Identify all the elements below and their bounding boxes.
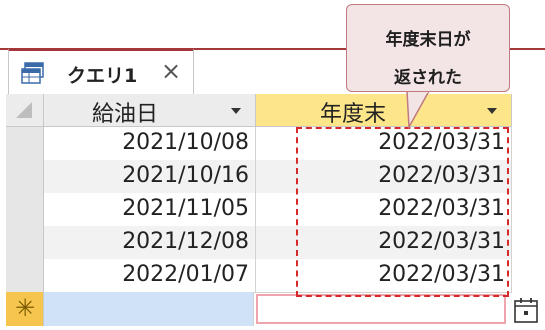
callout-line1: 年度末日が [385, 30, 471, 50]
calendar-icon[interactable] [513, 296, 539, 324]
table-cell-kyuyubi[interactable]: 2021/10/08 [44, 127, 256, 161]
result-highlight-box [296, 127, 509, 297]
new-record-cell-kyuyubi[interactable] [44, 292, 254, 326]
new-record-icon: ✳ [15, 294, 36, 322]
table-cell-kyuyubi[interactable]: 2021/12/08 [44, 226, 256, 260]
callout-pointer [406, 91, 430, 130]
row-selector[interactable] [6, 193, 44, 227]
column-header-label: 給油日 [92, 102, 159, 127]
table-cell-kyuyubi[interactable]: 2022/01/07 [44, 259, 256, 293]
column-header-label: 年度末 [320, 102, 387, 127]
select-all-button[interactable] [6, 94, 44, 127]
callout-line2: 返された [394, 68, 462, 88]
tab-label: クエリ1 [67, 65, 138, 87]
query-icon [21, 62, 44, 84]
column-header-kyuyubi[interactable]: 給油日 [44, 94, 256, 127]
new-record-selector[interactable]: ✳ [6, 292, 44, 326]
chevron-down-icon[interactable] [231, 108, 241, 114]
column-header-nendomatsu[interactable]: 年度末 [256, 94, 512, 127]
table-cell-kyuyubi[interactable]: 2021/10/16 [44, 160, 256, 194]
row-selector[interactable] [6, 127, 44, 161]
chevron-down-icon[interactable] [487, 108, 497, 114]
callout-annotation: 年度末日が 返された [346, 4, 510, 92]
close-icon[interactable]: × [161, 57, 181, 85]
row-selector[interactable] [6, 226, 44, 260]
table-cell-kyuyubi[interactable]: 2021/11/05 [44, 193, 256, 227]
row-selector[interactable] [6, 259, 44, 293]
row-selector[interactable] [6, 160, 44, 194]
new-record-cell-nendomatsu[interactable] [256, 294, 506, 324]
tab-query1[interactable]: クエリ1 × [8, 48, 194, 94]
